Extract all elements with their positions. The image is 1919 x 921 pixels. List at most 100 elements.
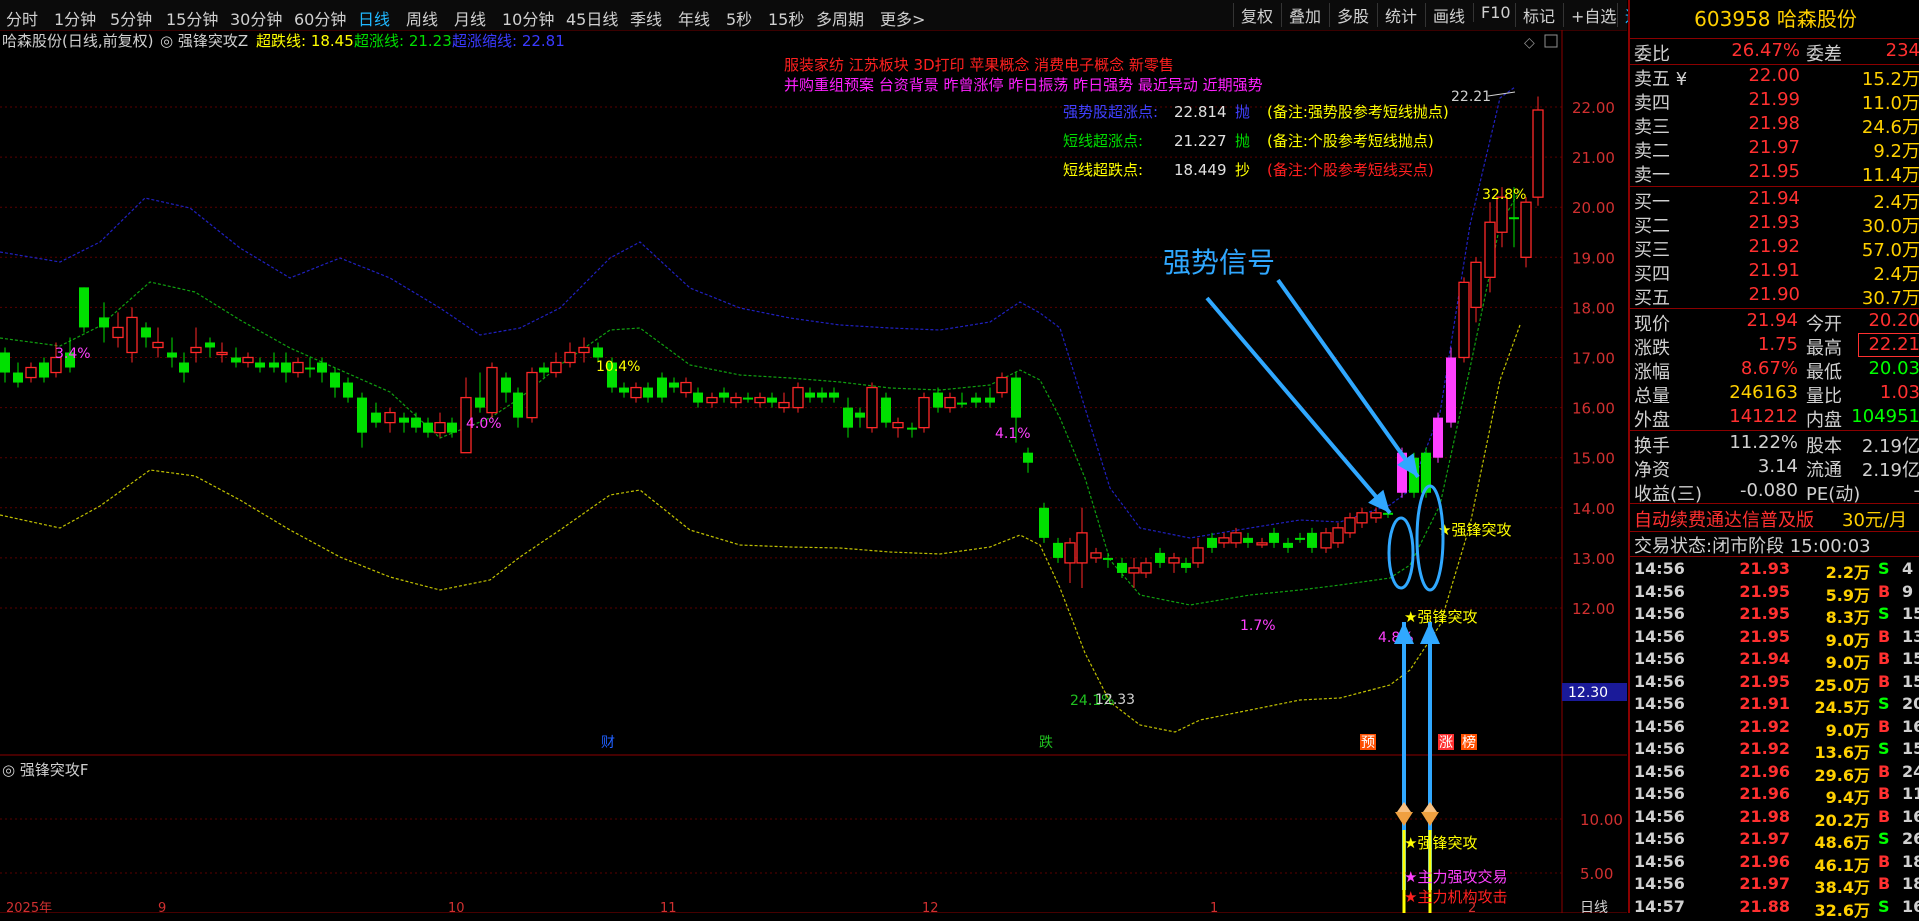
stat-label-2: 最高 (1806, 338, 1842, 359)
promo-row[interactable]: 自动续费通达信普及版 30元/月 (1630, 506, 1919, 531)
kline-chart-area[interactable]: 22.00 21.00 20.00 19.00 18.00 17.00 16.00 15.00… (0, 30, 1627, 916)
ask-volume: 15.2万 (1861, 69, 1919, 90)
pct-label: 3.4% (55, 346, 91, 362)
toolbar-button-5[interactable]: F10 (1473, 3, 1511, 22)
candle-body (1332, 527, 1344, 544)
toolbar-button-2[interactable]: 多股 (1329, 3, 1369, 27)
candle-body (1207, 537, 1217, 548)
candle-body (1011, 377, 1021, 418)
period-tab-10[interactable]: 45日线 (566, 6, 618, 30)
stat-value-2: 20.03 (1868, 358, 1919, 379)
tick-volume: 9.0万 (1825, 630, 1870, 650)
tick-time: 14:56 (1634, 761, 1685, 781)
bid-volume: 30.0万 (1861, 216, 1919, 237)
bid-volume: 30.7万 (1861, 288, 1919, 309)
event-marker-1[interactable]: 跌 (1038, 734, 1054, 751)
period-tab-6[interactable]: 日线 (358, 6, 390, 30)
candle-body (944, 396, 956, 409)
period-tab-2[interactable]: 5分钟 (110, 6, 152, 30)
event-marker-text: 榜 (1462, 734, 1476, 751)
ask-volume: 11.0万 (1861, 93, 1919, 114)
event-marker-3[interactable]: 涨 (1438, 734, 1454, 751)
candle-body (817, 392, 827, 398)
stock-title[interactable]: 603958 哈森股份 (1630, 0, 1919, 38)
candle-body (1243, 537, 1253, 543)
event-marker-text: 预 (1361, 735, 1375, 751)
tick-count: 18 (1902, 874, 1919, 893)
window-toggle-icon[interactable] (1544, 34, 1558, 48)
candle-body (1370, 512, 1382, 519)
event-marker-0[interactable]: 财 (600, 734, 616, 751)
period-tab-0[interactable]: 分时 (6, 6, 38, 30)
candle-body (371, 412, 381, 423)
toolbar-button-0[interactable]: 复权 (1233, 3, 1273, 27)
indicator-line-label-0: 超跌线: 18.45 (256, 32, 354, 50)
tick-time: 14:56 (1634, 559, 1685, 578)
stat-label-2: 今开 (1806, 314, 1842, 335)
period-tab-7[interactable]: 周线 (406, 6, 438, 30)
bottom-period-tab[interactable]: 日线 (1580, 900, 1608, 916)
tick-side: B (1878, 581, 1891, 601)
toolbar-button-7[interactable]: +自选 (1563, 3, 1616, 27)
tick-row: 14:56 21.94 9.0万 B 15 (1630, 649, 1919, 672)
point-action: 抛 (1235, 103, 1250, 121)
tick-count: 24 (1902, 761, 1919, 781)
concept-line-2: 并购重组预案 台资背景 昨曾涨停 昨日振荡 昨日强势 最近异动 近期强势 (784, 76, 1263, 94)
fund-value-2: - (1845, 480, 1919, 501)
fund-label: 净资 (1634, 460, 1670, 481)
fund-row-2: 收益(三)-0.080PE(动)- (1630, 480, 1919, 505)
tick-volume: 48.6万 (1814, 833, 1870, 852)
point-note: (备注:个股参考短线买点) (1267, 161, 1434, 179)
period-tab-1[interactable]: 1分钟 (54, 6, 96, 30)
pct-label: 1.7% (1240, 618, 1276, 634)
tick-time: 14:56 (1634, 626, 1685, 646)
candle-body (892, 421, 904, 429)
price-axis-label: 13.00 (1572, 550, 1615, 568)
period-tab-5[interactable]: 60分钟 (294, 6, 346, 30)
signal-highlight-1 (1387, 516, 1415, 590)
toolbar-button-6[interactable]: 标记 (1515, 3, 1555, 27)
kline-chart-svg[interactable]: 22.0021.0020.0019.0018.0017.0016.0015.00… (0, 30, 1627, 916)
period-tab-14[interactable]: 15秒 (768, 6, 804, 30)
candle-body (578, 346, 590, 354)
stat-value: 141212 (1729, 406, 1798, 427)
candle-body (1128, 567, 1140, 574)
period-tab-8[interactable]: 月线 (454, 6, 486, 30)
fund-value: 3.14 (1757, 456, 1798, 477)
indicator-name: ◎ 强锋突攻Z (160, 32, 248, 50)
tick-count: 26 (1902, 829, 1919, 848)
bid-row-1: 买二 21.93 30.0万 (1630, 212, 1919, 237)
point-action: 抛 (1235, 132, 1250, 150)
period-tab-12[interactable]: 年线 (678, 6, 710, 30)
period-tab-11[interactable]: 季线 (630, 6, 662, 30)
toolbar-button-1[interactable]: 叠加 (1281, 3, 1321, 27)
promo-price: 30元/月 (1842, 510, 1907, 531)
period-tab-9[interactable]: 10分钟 (502, 6, 554, 30)
period-tab-15[interactable]: 多周期 (816, 6, 864, 30)
event-marker-2[interactable]: 预 (1360, 734, 1376, 751)
indicator-line-label-1: 超涨线: 21.23 (354, 32, 452, 50)
current-price-text: 12.30 (1568, 685, 1608, 701)
period-tab-3[interactable]: 15分钟 (166, 6, 218, 30)
tick-side: S (1878, 829, 1890, 848)
toolbar-button-4[interactable]: 画线 (1425, 3, 1465, 27)
diamond-icon[interactable]: ◇ (1524, 35, 1535, 51)
period-tab-13[interactable]: 5秒 (726, 6, 752, 30)
candle-body (112, 326, 124, 339)
candle-body (423, 422, 433, 433)
candle-body (778, 401, 790, 409)
candle-body (843, 407, 853, 428)
tick-volume: 46.1万 (1814, 855, 1870, 875)
period-tab-4[interactable]: 30分钟 (230, 6, 282, 30)
weibi-value: 26.47% (1731, 40, 1800, 61)
tick-count: 15 (1902, 671, 1919, 691)
candle-body (754, 396, 766, 404)
bid-row-0: 买一 21.94 2.4万 (1630, 188, 1919, 213)
event-marker-4[interactable]: 榜 (1461, 734, 1477, 751)
tick-side: S (1878, 739, 1890, 758)
point-row-2: 短线超跌点: 18.449 抄 (备注:个股参考短线买点) (1063, 161, 1434, 179)
stat-value: 1.75 (1757, 334, 1798, 355)
toolbar-button-3[interactable]: 统计 (1377, 3, 1417, 27)
period-tab-16[interactable]: 更多> (880, 6, 925, 30)
fund-value: -0.080 (1739, 480, 1798, 501)
